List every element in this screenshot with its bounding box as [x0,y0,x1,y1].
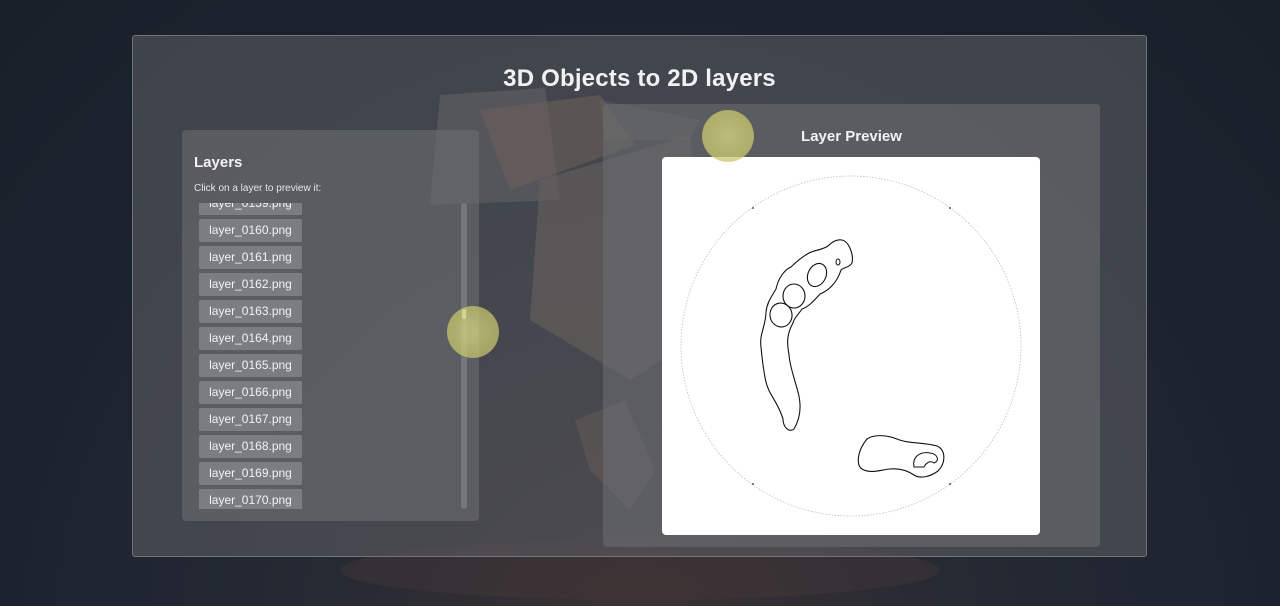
layer-item[interactable]: layer_0170.png [199,489,302,509]
app-panel: 3D Objects to 2D layers Layers Click on … [132,35,1147,557]
layers-panel: Layers Click on a layer to preview it: l… [182,130,479,521]
layers-hint: Click on a layer to preview it: [194,183,322,194]
layer-item[interactable]: layer_0167.png [199,408,302,431]
layer-item[interactable]: layer_0161.png [199,246,302,269]
layer-item[interactable]: layer_0160.png [199,219,302,242]
layers-heading: Layers [194,154,243,171]
layer-item[interactable]: layer_0168.png [199,435,302,458]
layer-item[interactable]: layer_0159.png [199,203,302,215]
preview-panel: Layer Preview [603,104,1100,547]
preview-heading: Layer Preview [801,128,902,145]
layer-item[interactable]: layer_0164.png [199,327,302,350]
layer-item[interactable]: layer_0169.png [199,462,302,485]
layer-item[interactable]: layer_0163.png [199,300,302,323]
layer-outline-drawing [680,175,1022,517]
layers-scrollbar[interactable] [461,203,467,509]
layer-item[interactable]: layer_0166.png [199,381,302,404]
layer-item[interactable]: layer_0165.png [199,354,302,377]
layer-item[interactable]: layer_0162.png [199,273,302,296]
layers-scrollbar-thumb[interactable] [462,309,466,319]
layers-list[interactable]: layer_0159.png layer_0160.png layer_0161.p… [199,203,459,509]
layer-preview-image [662,157,1040,535]
app-title: 3D Objects to 2D layers [503,65,776,92]
